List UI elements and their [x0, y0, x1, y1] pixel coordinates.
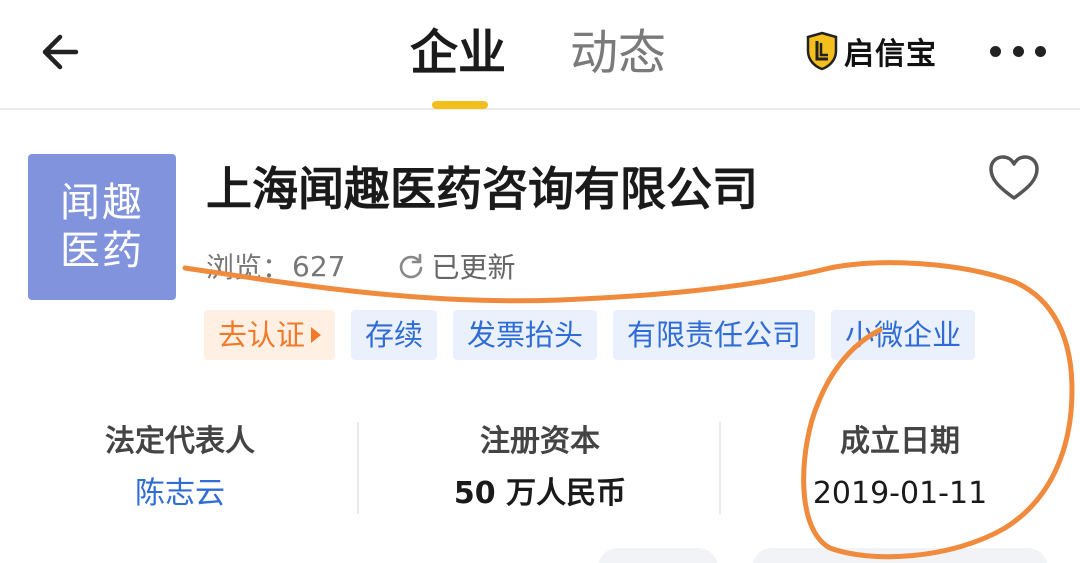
- company-meta: 浏览： 627 已更新: [206, 246, 515, 286]
- logo-line: 闻趣: [60, 180, 144, 226]
- updated-label: 已更新: [431, 251, 516, 284]
- tag-invoice[interactable]: 发票抬头: [453, 310, 598, 360]
- stat-founded-date: 成立日期 2019-01-11: [720, 418, 1080, 528]
- stat-value: 2019-01-11: [812, 476, 988, 511]
- tab-news[interactable]: 动态: [570, 18, 674, 88]
- legal-rep-link[interactable]: 陈志云: [0, 466, 360, 522]
- more-dot: [1012, 45, 1024, 57]
- stat-value: 50 万人民币: [453, 476, 627, 511]
- tag-company-size: 小微企业: [831, 310, 976, 360]
- refresh-icon: [400, 253, 423, 279]
- stat-divider: [357, 422, 359, 514]
- bottom-chip[interactable]: [752, 548, 1048, 563]
- brand-name: 启信宝: [844, 37, 937, 72]
- stat-registered-capital: 注册资本 50 万人民币: [360, 418, 720, 528]
- company-detail-page: 企业 动态 启信宝 闻趣 医药 上海闻趣医药咨询有限公司 浏览： 627 已更新…: [0, 0, 1080, 563]
- arrow-left-icon: [42, 34, 79, 70]
- more-dots-icon: [990, 45, 1001, 57]
- tab-company[interactable]: 企业: [410, 18, 514, 88]
- active-tab-indicator: [432, 101, 488, 109]
- tag-company-type: 有限责任公司: [613, 310, 816, 360]
- more-dot: [1035, 45, 1046, 57]
- company-name: 上海闻趣医药咨询有限公司: [206, 162, 758, 216]
- more-button[interactable]: [990, 44, 1046, 58]
- stat-label: 注册资本: [480, 424, 600, 459]
- logo-line: 医药: [60, 228, 144, 274]
- bottom-chip[interactable]: [598, 548, 718, 563]
- tag-status: 存续: [351, 310, 438, 360]
- company-tags: 去认证 存续 发票抬头 有限责任公司 小微企业: [204, 310, 991, 360]
- heart-outline-icon: [989, 155, 1039, 200]
- company-logo: 闻趣 医药: [28, 154, 176, 300]
- favorite-button[interactable]: [986, 152, 1042, 204]
- brand-logo: 启信宝: [806, 30, 937, 72]
- updated-status[interactable]: 已更新: [397, 246, 515, 286]
- stat-legal-rep: 法定代表人 陈志云: [0, 418, 360, 528]
- top-bar: 企业 动态 启信宝: [0, 0, 1080, 110]
- views-label: 浏览：: [206, 251, 291, 284]
- stat-label: 法定代表人: [105, 424, 255, 459]
- shield-logo-icon: [806, 31, 838, 71]
- stat-label: 成立日期: [840, 424, 960, 459]
- back-button[interactable]: [36, 26, 88, 78]
- certify-tag[interactable]: 去认证: [204, 310, 336, 360]
- caret-right-icon: [311, 327, 322, 343]
- views-count: 627: [292, 249, 346, 283]
- certify-label: 去认证: [218, 318, 306, 352]
